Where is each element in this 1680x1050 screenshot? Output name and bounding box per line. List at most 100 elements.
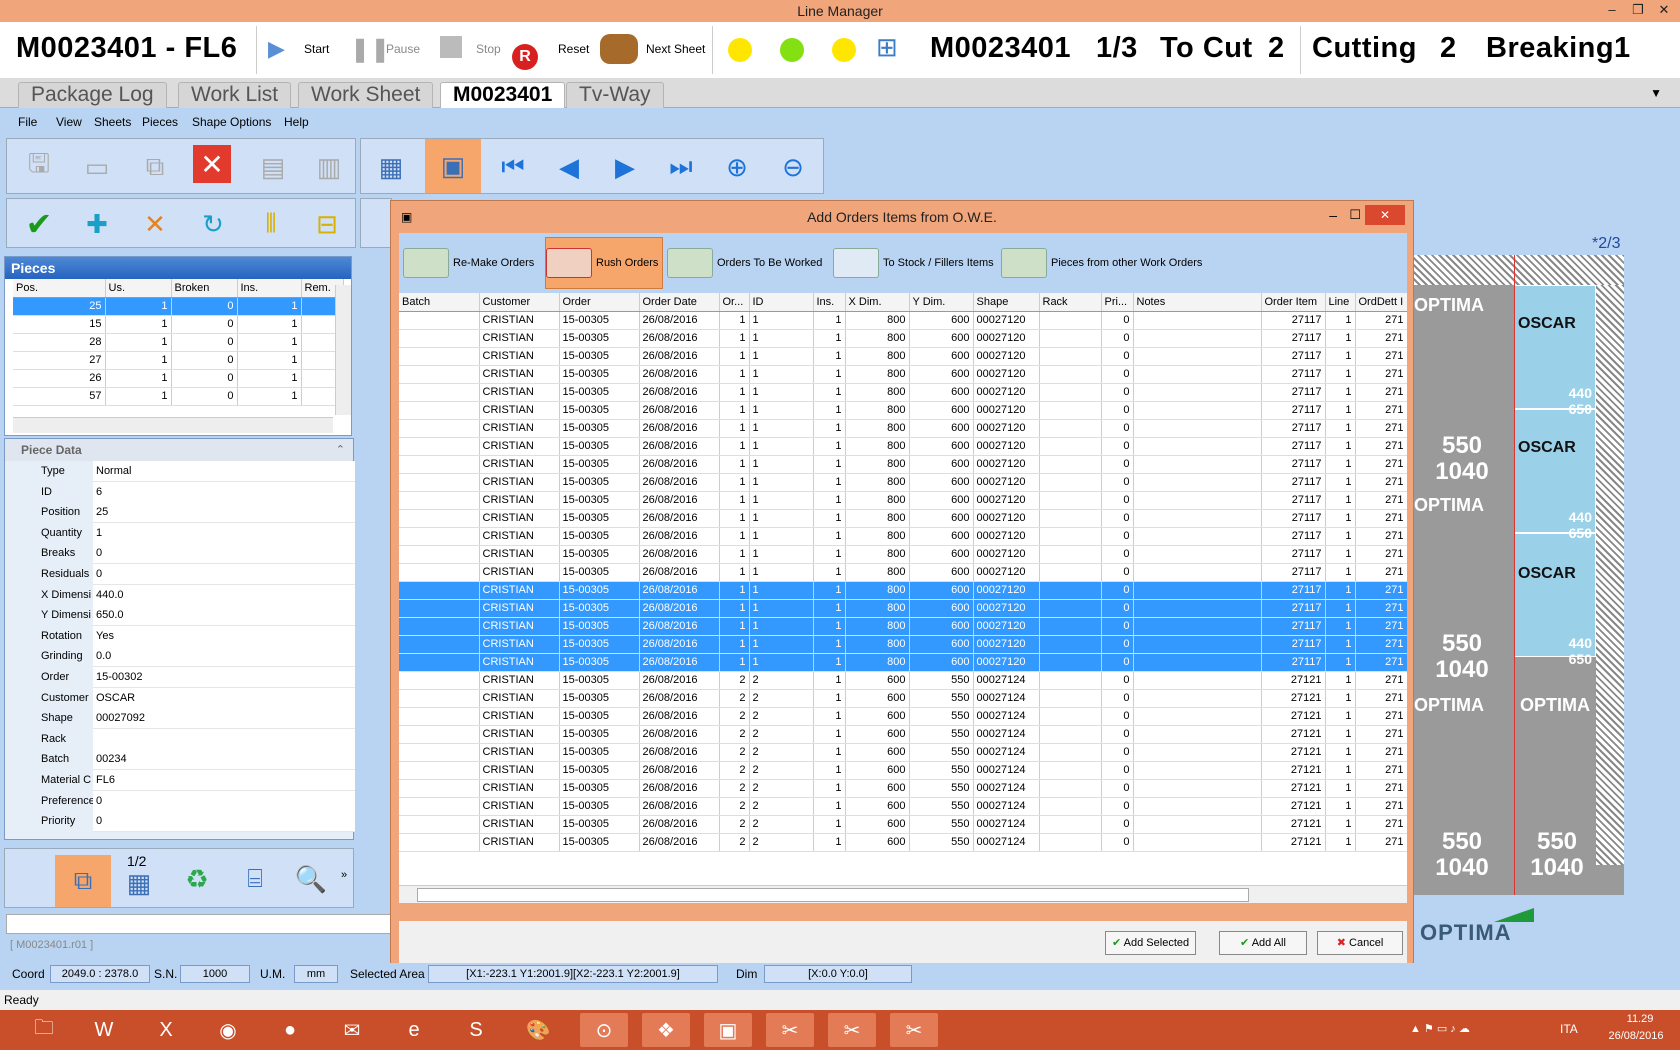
orders-column-header[interactable]: Y Dim.: [909, 293, 974, 312]
tab-work-list[interactable]: Work List: [178, 82, 292, 108]
table-row[interactable]: CRISTIAN 15-00305 26/08/2016 1 1 1 800 600 00027…: [399, 491, 1407, 510]
tray-time[interactable]: 11.29: [1608, 1013, 1672, 1025]
remove-piece-icon[interactable]: ✕: [133, 202, 177, 246]
property-value[interactable]: 0: [93, 543, 355, 565]
more-tools-icon[interactable]: »: [341, 869, 347, 881]
property-value[interactable]: 440.0: [93, 584, 355, 606]
pieces-horizontal-scrollbar[interactable]: [13, 417, 333, 433]
menu-help[interactable]: Help: [284, 110, 309, 134]
recycle-icon[interactable]: ♻: [175, 857, 219, 901]
property-value[interactable]: 6: [93, 481, 355, 503]
table-row[interactable]: CRISTIAN 15-00305 26/08/2016 1 1 1 800 600 00027…: [399, 383, 1407, 402]
table-row[interactable]: CRISTIAN 15-00305 26/08/2016 1 1 1 800 600 00027…: [399, 509, 1407, 528]
reset-icon[interactable]: R: [512, 44, 538, 70]
reset-button[interactable]: Reset: [558, 42, 589, 56]
table-row[interactable]: CRISTIAN 15-00305 26/08/2016 1 1 1 800 600 00027…: [399, 653, 1407, 672]
add-selected-button[interactable]: ✔ Add Selected: [1105, 931, 1197, 955]
save-icon[interactable]: 🖫: [17, 145, 61, 189]
orders-column-header[interactable]: OrdDett I: [1355, 293, 1407, 312]
document-icon[interactable]: ▤: [251, 145, 295, 189]
last-sheet-icon[interactable]: ⏭: [659, 145, 703, 189]
orders-column-header[interactable]: Order Date: [639, 293, 720, 312]
table-row[interactable]: 25 1 0 1: [13, 297, 344, 316]
confirm-icon[interactable]: ✔: [17, 202, 61, 246]
to-stock-fillers-button[interactable]: To Stock / Fillers Items: [833, 237, 997, 289]
table-row[interactable]: CRISTIAN 15-00305 26/08/2016 2 2 1 600 550 00027…: [399, 743, 1407, 762]
app-icon-3[interactable]: ▣: [704, 1013, 752, 1047]
property-value[interactable]: 0: [93, 811, 355, 833]
close-icon[interactable]: ✕: [1652, 0, 1676, 22]
property-value[interactable]: OSCAR: [93, 687, 355, 709]
property-value[interactable]: 25: [93, 502, 355, 524]
app-icon-2[interactable]: ❖: [642, 1013, 690, 1047]
menu-file[interactable]: File: [18, 110, 37, 134]
zoom-out-icon[interactable]: ⊖: [771, 145, 815, 189]
property-value[interactable]: 00234: [93, 749, 355, 771]
table-row[interactable]: CRISTIAN 15-00305 26/08/2016 1 1 1 800 600 00027…: [399, 311, 1407, 330]
restore-icon[interactable]: ❐: [1626, 0, 1650, 22]
stop-icon[interactable]: [440, 36, 462, 58]
tab-m0023401[interactable]: M0023401: [440, 82, 566, 108]
orders-column-header[interactable]: ID: [749, 293, 814, 312]
property-value[interactable]: 650.0: [93, 605, 355, 627]
table-row[interactable]: CRISTIAN 15-00305 26/08/2016 1 1 1 800 600 00027…: [399, 563, 1407, 582]
table-row[interactable]: CRISTIAN 15-00305 26/08/2016 1 1 1 800 600 00027…: [399, 329, 1407, 348]
minimize-icon[interactable]: –: [1600, 0, 1624, 22]
table-row[interactable]: CRISTIAN 15-00305 26/08/2016 1 1 1 800 600 00027…: [399, 599, 1407, 618]
tray-language[interactable]: ITA: [1560, 1022, 1578, 1036]
media-player-icon[interactable]: ●: [266, 1013, 314, 1047]
table-row[interactable]: CRISTIAN 15-00305 26/08/2016 1 1 1 800 600 00027…: [399, 365, 1407, 384]
table-row[interactable]: CRISTIAN 15-00305 26/08/2016 1 1 1 800 600 00027…: [399, 581, 1407, 600]
table-row[interactable]: CRISTIAN 15-00305 26/08/2016 1 1 1 800 600 00027…: [399, 437, 1407, 456]
table-row[interactable]: 57 1 0 1: [13, 387, 344, 406]
orders-to-be-worked-button[interactable]: Orders To Be Worked: [667, 237, 829, 289]
orders-column-header[interactable]: Shape: [973, 293, 1040, 312]
app-icon-5[interactable]: ✂: [828, 1013, 876, 1047]
menu-shape-options[interactable]: Shape Options: [192, 110, 271, 134]
app-icon-6[interactable]: ✂: [890, 1013, 938, 1047]
table-row[interactable]: CRISTIAN 15-00305 26/08/2016 1 1 1 800 600 00027…: [399, 617, 1407, 636]
rack-icon[interactable]: ⌸: [233, 857, 277, 901]
pieces-other-work-orders-button[interactable]: Pieces from other Work Orders: [1001, 237, 1211, 289]
start-icon[interactable]: ▶: [268, 36, 285, 62]
tab-package-log[interactable]: Package Log: [18, 82, 167, 108]
table-row[interactable]: CRISTIAN 15-00305 26/08/2016 2 2 1 600 550 00027…: [399, 797, 1407, 816]
split-view-icon[interactable]: ▦: [117, 861, 161, 905]
internet-explorer-icon[interactable]: e: [390, 1013, 438, 1047]
merge-piece-icon[interactable]: ⊟: [305, 202, 349, 246]
orders-column-header[interactable]: Notes: [1133, 293, 1262, 312]
pause-button[interactable]: Pause: [386, 42, 420, 56]
orders-column-header[interactable]: Ins.: [813, 293, 846, 312]
outlook-icon[interactable]: ✉: [328, 1013, 376, 1047]
stop-button[interactable]: Stop: [476, 42, 501, 56]
tab-tv-way[interactable]: Tv-Way: [566, 82, 664, 108]
dialog-maximize-icon[interactable]: ☐: [1349, 207, 1361, 223]
file-explorer-icon[interactable]: 🗀: [20, 1013, 68, 1047]
report-icon[interactable]: 🔍: [289, 857, 333, 901]
orders-column-header[interactable]: Rack: [1039, 293, 1102, 312]
previous-sheet-icon[interactable]: ◀: [547, 145, 591, 189]
command-input[interactable]: [6, 914, 392, 934]
skype-icon[interactable]: S: [452, 1013, 500, 1047]
property-value[interactable]: FL6: [93, 770, 355, 791]
tab-work-sheet[interactable]: Work Sheet: [298, 82, 434, 108]
chrome-icon[interactable]: ◉: [204, 1013, 252, 1047]
orders-column-header[interactable]: Order: [559, 293, 640, 312]
orders-horizontal-scrollbar[interactable]: [399, 885, 1407, 903]
add-all-button[interactable]: ✔ Add All: [1219, 931, 1307, 955]
start-button[interactable]: Start: [304, 42, 329, 56]
orders-column-header[interactable]: Batch: [399, 293, 480, 312]
remake-orders-button[interactable]: Re-Make Orders: [403, 237, 541, 289]
pieces-column-header[interactable]: Pos.: [13, 279, 106, 298]
menu-sheets[interactable]: Sheets: [94, 110, 131, 134]
next-sheet-button[interactable]: Next Sheet: [646, 42, 705, 56]
tabs-dropdown-icon[interactable]: ▼: [1650, 86, 1662, 100]
export-icon[interactable]: ▥: [307, 145, 351, 189]
table-row[interactable]: CRISTIAN 15-00305 26/08/2016 1 1 1 800 600 00027…: [399, 527, 1407, 546]
orders-column-header[interactable]: Customer: [479, 293, 560, 312]
pause-icon[interactable]: ❚❚: [350, 35, 390, 64]
copy-icon[interactable]: ⧉: [133, 145, 177, 189]
property-value[interactable]: 0.0: [93, 646, 355, 668]
table-row[interactable]: CRISTIAN 15-00305 26/08/2016 2 2 1 600 550 00027…: [399, 707, 1407, 726]
property-value[interactable]: 00027092: [93, 708, 355, 730]
